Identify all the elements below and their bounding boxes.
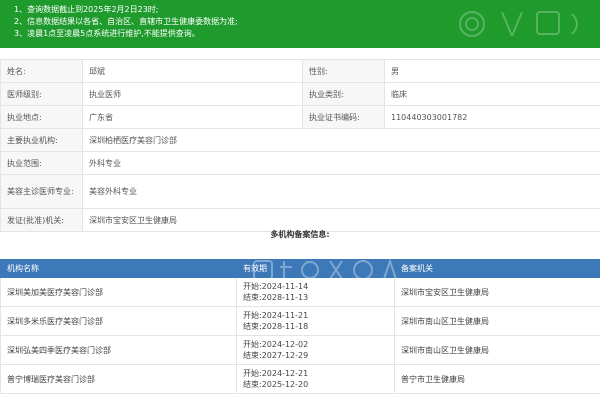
- table-row: 普宁博瑞医疗美容门诊部 开始:2024-12-21 结束:2025-12-20 …: [0, 364, 600, 394]
- cosmetic-value: 美容外科专业: [82, 174, 600, 209]
- org-value: 深圳柏栖医疗美容门诊部: [82, 128, 600, 152]
- cert-value: 110440303001782: [384, 105, 600, 129]
- notice-item: 1、查询数据截止到2025年2月2日23时;: [14, 5, 159, 14]
- row-validity: 开始:2024-12-21 结束:2025-12-20: [236, 364, 395, 394]
- notice-list: 1、查询数据截止到2025年2月2日23时; 2、信息数据结果以各省、自治区、直…: [14, 4, 238, 40]
- cert-label: 执业证书编码:: [302, 105, 385, 129]
- gender-value: 男: [384, 59, 600, 83]
- location-value: 广东省: [82, 105, 303, 129]
- category-label: 执业类别:: [302, 82, 385, 106]
- info-row: 执业范围: 外科专业: [0, 151, 600, 175]
- table-row: 深圳弘美四季医疗美容门诊部 开始:2024-12-02 结束:2027-12-2…: [0, 335, 600, 365]
- table-header-row: 机构名称 有效期 备案机关: [0, 259, 600, 278]
- row-validity: 开始:2024-11-21 结束:2028-11-18: [236, 306, 395, 336]
- multi-institution-table: 机构名称 有效期 备案机关 深圳美加美医疗美容门诊部 开始:2024-11-14…: [0, 259, 600, 394]
- notice-banner: 1、查询数据截止到2025年2月2日23时; 2、信息数据结果以各省、自治区、直…: [0, 0, 600, 48]
- cosmetic-label: 美容主诊医师专业:: [0, 174, 83, 209]
- level-value: 执业医师: [82, 82, 303, 106]
- header-org: 机构名称: [0, 259, 237, 278]
- row-end: 结束:2028-11-18: [243, 322, 309, 331]
- row-start: 开始:2024-11-14: [243, 282, 309, 291]
- table-row: 深圳多米乐医疗美容门诊部 开始:2024-11-21 结束:2028-11-18…: [0, 306, 600, 336]
- org-label: 主要执业机构:: [0, 128, 83, 152]
- category-value: 临床: [384, 82, 600, 106]
- row-end: 结束:2027-12-29: [243, 351, 309, 360]
- row-start: 开始:2024-11-21: [243, 311, 309, 320]
- multi-institution-title: 多机构备案信息:: [270, 230, 330, 239]
- row-org: 深圳多米乐医疗美容门诊部: [0, 306, 237, 336]
- row-end: 结束:2025-12-20: [243, 380, 309, 389]
- notice-item: 2、信息数据结果以各省、自治区、直辖市卫生健康委数据为准;: [14, 17, 238, 26]
- gender-label: 性别:: [302, 59, 385, 83]
- row-start: 开始:2024-12-21: [243, 369, 309, 378]
- decorative-pattern-icon: [459, 11, 578, 37]
- header-authority: 备案机关: [394, 259, 600, 278]
- row-org: 深圳美加美医疗美容门诊部: [0, 277, 237, 307]
- info-row: 主要执业机构: 深圳柏栖医疗美容门诊部: [0, 128, 600, 152]
- scope-value: 外科专业: [82, 151, 600, 175]
- info-row: 美容主诊医师专业: 美容外科专业: [0, 174, 600, 209]
- level-label: 医师级别:: [0, 82, 83, 106]
- doctor-info-table: 姓名: 邱斌 性别: 男 医师级别: 执业医师 执业类别: 临床 执业地点: 广…: [0, 59, 600, 232]
- header-validity: 有效期: [236, 259, 395, 278]
- location-label: 执业地点:: [0, 105, 83, 129]
- scope-label: 执业范围:: [0, 151, 83, 175]
- table-row: 深圳美加美医疗美容门诊部 开始:2024-11-14 结束:2028-11-13…: [0, 277, 600, 307]
- row-org: 深圳弘美四季医疗美容门诊部: [0, 335, 237, 365]
- name-label: 姓名:: [0, 59, 83, 83]
- row-org: 普宁博瑞医疗美容门诊部: [0, 364, 237, 394]
- row-authority: 普宁市卫生健康局: [394, 364, 600, 394]
- row-validity: 开始:2024-11-14 结束:2028-11-13: [236, 277, 395, 307]
- row-authority: 深圳市南山区卫生健康局: [394, 306, 600, 336]
- info-row: 执业地点: 广东省 执业证书编码: 110440303001782: [0, 105, 600, 129]
- row-authority: 深圳市南山区卫生健康局: [394, 335, 600, 365]
- info-row: 姓名: 邱斌 性别: 男: [0, 59, 600, 83]
- row-start: 开始:2024-12-02: [243, 340, 309, 349]
- row-authority: 深圳市宝安区卫生健康局: [394, 277, 600, 307]
- notice-item: 3、凌晨1点至凌晨5点系统进行维护,不能提供查询。: [14, 29, 200, 38]
- info-row: 医师级别: 执业医师 执业类别: 临床: [0, 82, 600, 106]
- row-end: 结束:2028-11-13: [243, 293, 309, 302]
- name-value: 邱斌: [82, 59, 303, 83]
- row-validity: 开始:2024-12-02 结束:2027-12-29: [236, 335, 395, 365]
